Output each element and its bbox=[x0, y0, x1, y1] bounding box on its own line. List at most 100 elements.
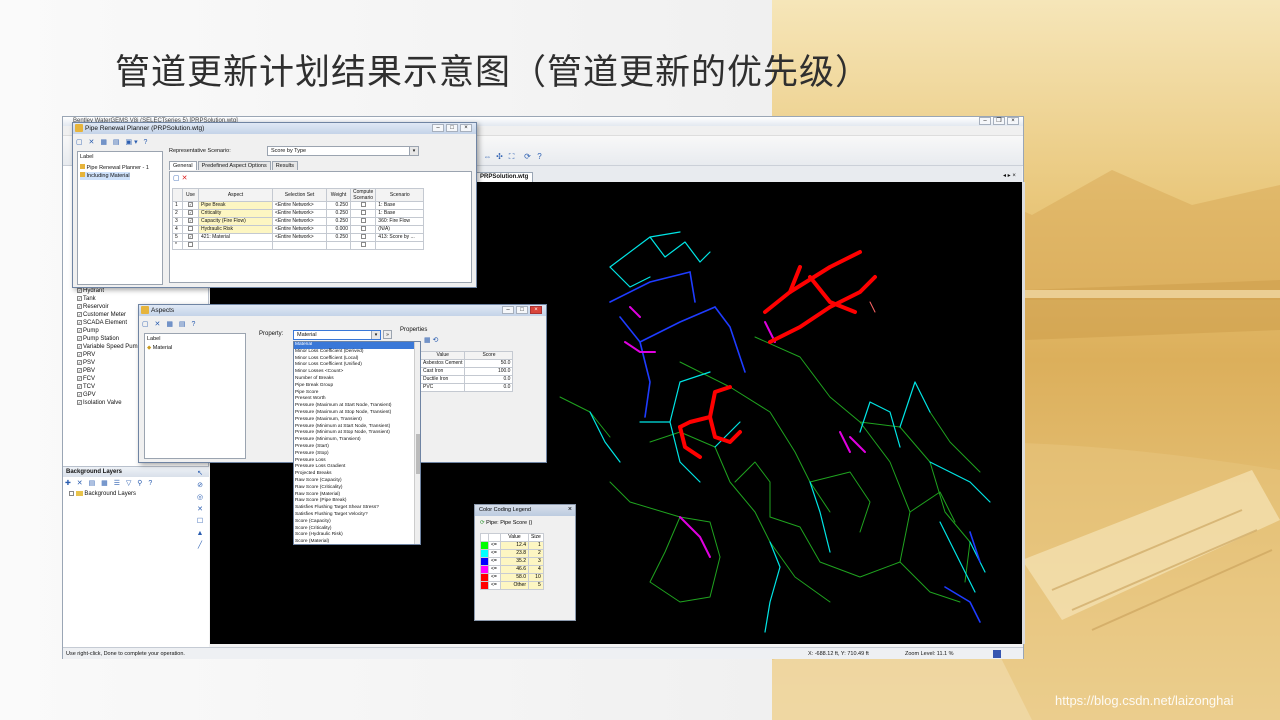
property-dropdown[interactable]: Material ▾ bbox=[293, 330, 381, 340]
checkbox[interactable] bbox=[360, 234, 366, 240]
table-cell[interactable]: 4 bbox=[172, 225, 183, 234]
checkbox[interactable]: ✓ bbox=[77, 399, 82, 405]
line-tool-icon[interactable]: ╱ bbox=[193, 540, 207, 552]
tree-item[interactable]: ✓ Pump bbox=[77, 327, 99, 335]
table-cell[interactable]: Asbestos Cement bbox=[419, 359, 466, 368]
color-swatch[interactable] bbox=[480, 549, 489, 558]
table-row[interactable]: Cast Iron 100.0 bbox=[419, 367, 514, 376]
table-cell[interactable]: PVC bbox=[419, 383, 466, 392]
background-layers-toolbar[interactable]: ✚ ✕ ▤ ▦ ☰ ▽ ⚲ ? bbox=[65, 479, 154, 487]
table-row[interactable]: 1 ✓ Pipe Break <Entire Network> 0.250 1: Base bbox=[172, 201, 425, 210]
checkbox[interactable] bbox=[188, 226, 193, 232]
table-row[interactable]: Ductile Iron 0.0 bbox=[419, 375, 514, 384]
close-icon[interactable]: × bbox=[568, 506, 572, 513]
checkbox[interactable]: ✓ bbox=[77, 391, 82, 397]
pan-icon[interactable]: ✣ bbox=[495, 152, 504, 161]
table-cell[interactable] bbox=[349, 209, 377, 218]
tree-item[interactable]: ✓ PRV bbox=[77, 351, 95, 359]
table-cell[interactable]: Capacity (Fire Flow) bbox=[198, 217, 273, 226]
tree-item[interactable]: ✓ GPV bbox=[77, 391, 96, 399]
planner-toolbar[interactable]: ▢ ✕ ▦ ▤ ▣▾ ? bbox=[76, 138, 149, 146]
checkbox[interactable] bbox=[360, 218, 366, 224]
pump-tool-icon[interactable]: ▲ bbox=[193, 528, 207, 540]
checkbox[interactable] bbox=[69, 491, 74, 496]
pointer-icon[interactable]: ↖ bbox=[193, 468, 207, 480]
table-row[interactable]: 2 ✓ Criticality <Entire Network> 0.250 1: Bas… bbox=[172, 209, 425, 218]
checkbox[interactable] bbox=[360, 242, 366, 248]
checkbox[interactable]: ✓ bbox=[77, 319, 82, 325]
delete-icon[interactable]: ✕ bbox=[182, 175, 188, 182]
checkbox[interactable] bbox=[360, 226, 366, 232]
dropdown-option[interactable]: Pressure (Start) bbox=[294, 444, 420, 451]
dropdown-option[interactable]: Pipe Break Group bbox=[294, 383, 420, 390]
table-cell[interactable]: * bbox=[172, 241, 183, 250]
pipe-tool-icon[interactable]: ⊘ bbox=[193, 480, 207, 492]
checkbox[interactable] bbox=[360, 202, 366, 208]
dropdown-option[interactable]: Number of Breaks bbox=[294, 376, 420, 383]
table-cell[interactable]: 3 bbox=[172, 217, 183, 226]
zoom-icon[interactable]: ⇔ bbox=[483, 152, 492, 161]
table-cell[interactable] bbox=[272, 241, 327, 250]
ellipsis-button[interactable]: » bbox=[383, 330, 392, 339]
table-cell[interactable] bbox=[349, 233, 377, 242]
table-cell[interactable] bbox=[375, 241, 425, 250]
checkbox[interactable]: ✓ bbox=[77, 359, 82, 365]
table-row[interactable]: 4 Hydraulic Risk <Entire Network> 0.000 (N/A… bbox=[172, 225, 425, 234]
dropdown-option[interactable]: Satisfies Flushing Target Velocity? bbox=[294, 512, 420, 519]
table-cell[interactable]: (N/A) bbox=[375, 225, 425, 234]
table-row[interactable]: Asbestos Cement 50.0 bbox=[419, 359, 514, 368]
table-cell[interactable]: ✓ bbox=[182, 209, 199, 218]
table-cell[interactable]: <Entire Network> bbox=[272, 225, 327, 234]
tab-nav-icons[interactable]: ◂ ▸ × bbox=[1003, 172, 1016, 179]
list-item[interactable]: Pipe Renewal Planner - 1 bbox=[80, 164, 149, 172]
table-cell[interactable]: <Entire Network> bbox=[272, 233, 327, 242]
dropdown-option[interactable]: Projected Breaks bbox=[294, 471, 420, 478]
table-cell[interactable]: <Entire Network> bbox=[272, 201, 327, 210]
table-cell[interactable]: 413: Score by ... bbox=[375, 233, 425, 242]
maximize-icon[interactable]: □ bbox=[516, 306, 528, 314]
table-row[interactable]: 5 ✓ 421: Material <Entire Network> 0.250 413:… bbox=[172, 233, 425, 242]
delete-icon[interactable]: ✕ bbox=[193, 504, 207, 516]
table-cell[interactable]: ✓ bbox=[182, 217, 199, 226]
table-cell[interactable] bbox=[349, 241, 377, 250]
dropdown-option[interactable]: Pressure (Minimum, Transient) bbox=[294, 437, 420, 444]
table-cell[interactable]: 0.0 bbox=[464, 383, 514, 392]
dropdown-option[interactable]: Minor Losses <Count> bbox=[294, 369, 420, 376]
checkbox[interactable]: ✓ bbox=[77, 367, 82, 373]
maximize-icon[interactable]: □ bbox=[446, 124, 458, 132]
table-cell[interactable] bbox=[349, 225, 377, 234]
dropdown-option[interactable]: Minor Loss Coefficient (Derived) bbox=[294, 349, 420, 356]
restore-icon[interactable]: ❐ bbox=[993, 117, 1005, 125]
close-icon[interactable]: × bbox=[530, 306, 542, 314]
tree-item[interactable]: ✓ Tank bbox=[77, 295, 96, 303]
color-swatch[interactable] bbox=[480, 565, 489, 574]
table-cell[interactable]: 1: Base bbox=[375, 209, 425, 218]
table-cell[interactable] bbox=[182, 225, 199, 234]
table-cell[interactable]: 50.0 bbox=[464, 359, 514, 368]
properties-toolbar[interactable]: ▦ ⟲ bbox=[424, 336, 438, 344]
table-cell[interactable]: 5 bbox=[172, 233, 183, 242]
color-swatch[interactable] bbox=[480, 581, 489, 590]
dropdown-option[interactable]: Raw Score (Capacity) bbox=[294, 478, 420, 485]
checkbox[interactable]: ✓ bbox=[188, 234, 193, 240]
scrollbar-thumb[interactable] bbox=[416, 434, 420, 474]
grid-toolbar[interactable]: ▢ ✕ bbox=[173, 174, 187, 182]
table-cell[interactable]: 1 bbox=[172, 201, 183, 210]
table-cell[interactable] bbox=[349, 201, 377, 210]
junction-tool-icon[interactable]: ◎ bbox=[193, 492, 207, 504]
dropdown-option[interactable]: Pressure (Stop) bbox=[294, 451, 420, 458]
checkbox[interactable] bbox=[188, 242, 193, 248]
tab-results[interactable]: Results bbox=[271, 161, 299, 170]
help-icon[interactable]: ? bbox=[535, 152, 544, 161]
tree-item[interactable]: ✓ Isolation Valve bbox=[77, 399, 122, 407]
table-row[interactable]: PVC 0.0 bbox=[419, 383, 514, 392]
background-layers-item[interactable]: Background Layers bbox=[69, 491, 136, 497]
table-cell[interactable]: 0.250 bbox=[326, 217, 351, 226]
dropdown-option[interactable]: Satisfies Flushing Target Shear Stress? bbox=[294, 505, 420, 512]
dropdown-option[interactable]: Pressure (Maximum, Transient) bbox=[294, 417, 420, 424]
tank-tool-icon[interactable]: ☐ bbox=[193, 516, 207, 528]
minimize-icon[interactable]: – bbox=[432, 124, 444, 132]
tab-general[interactable]: General bbox=[169, 161, 197, 170]
dropdown-option[interactable]: Pressure (Maximum at Stop Node, Transien… bbox=[294, 410, 420, 417]
checkbox[interactable]: ✓ bbox=[77, 383, 82, 389]
